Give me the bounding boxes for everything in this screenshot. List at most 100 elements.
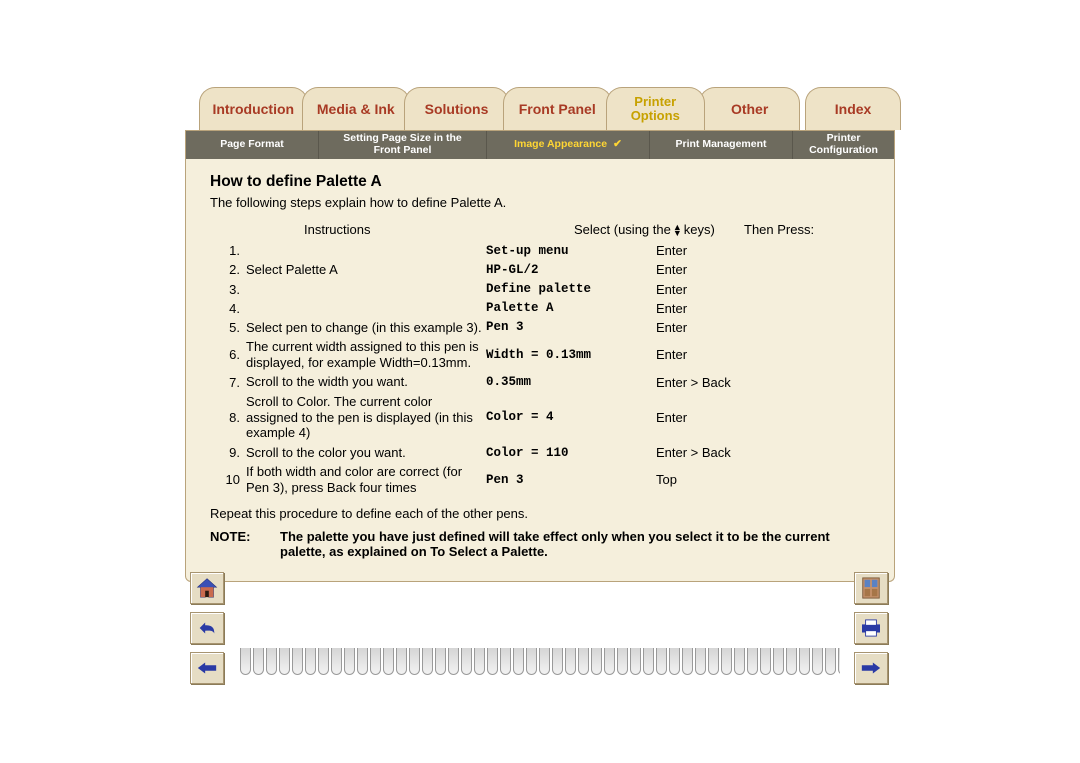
spiral-coil <box>409 648 420 675</box>
home-icon <box>196 578 218 598</box>
spiral-coil <box>812 648 823 675</box>
tab-index[interactable]: Index <box>805 87 901 130</box>
tab-introduction[interactable]: Introduction <box>199 87 308 130</box>
spiral-coil <box>396 648 407 675</box>
subtab-printer-configuration[interactable]: Printer Configuration <box>793 131 894 159</box>
subtab-print-management[interactable]: Print Management <box>650 131 793 159</box>
row-instruction: Scroll to the color you want. <box>246 445 486 461</box>
tab-media-ink[interactable]: Media & Ink <box>302 87 411 130</box>
spiral-coil <box>591 648 602 675</box>
page-title: How to define Palette A <box>210 173 874 191</box>
exit-button[interactable] <box>854 572 888 604</box>
table-row: 7.Scroll to the width you want.0.35mmEnt… <box>210 374 874 390</box>
spiral-coil <box>578 648 589 675</box>
col-header-instructions: Instructions <box>210 222 574 237</box>
row-number: 2. <box>210 262 246 277</box>
table-row: 4.Palette AEnter <box>210 301 874 316</box>
spiral-coil <box>760 648 771 675</box>
spiral-coil <box>617 648 628 675</box>
spiral-coil <box>513 648 524 675</box>
row-select: 0.35mm <box>486 375 656 389</box>
spiral-coil <box>292 648 303 675</box>
row-number: 9. <box>210 445 246 460</box>
tab-printer-line1: Printer <box>634 95 676 109</box>
spiral-coil <box>305 648 316 675</box>
spiral-coil <box>825 648 836 675</box>
spiral-coil <box>721 648 732 675</box>
row-instruction: Scroll to Color. The current color assig… <box>246 394 486 441</box>
row-press: Enter <box>656 320 766 335</box>
spiral-coil <box>370 648 381 675</box>
tab-solutions[interactable]: Solutions <box>404 87 509 130</box>
tab-printer-line2: Options <box>631 109 680 123</box>
row-instruction: Select pen to change (in this example 3)… <box>246 320 486 336</box>
subtab-setting-page-size[interactable]: Setting Page Size in the Front Panel <box>319 131 487 159</box>
tab-printer-options[interactable]: Printer Options <box>606 87 705 130</box>
spiral-coil <box>734 648 745 675</box>
spiral-coil <box>669 648 680 675</box>
note-row: NOTE: The palette you have just defined … <box>210 529 874 559</box>
subtab-page-format[interactable]: Page Format <box>186 131 319 159</box>
spiral-coil <box>422 648 433 675</box>
home-button[interactable] <box>190 572 224 604</box>
spiral-coil <box>747 648 758 675</box>
spiral-coil <box>331 648 342 675</box>
spiral-coil <box>604 648 615 675</box>
spiral-coil <box>279 648 290 675</box>
spiral-binding <box>240 648 840 678</box>
spiral-coil <box>552 648 563 675</box>
row-select: Pen 3 <box>486 320 656 334</box>
subtab-image-appearance-label: Image Appearance <box>514 139 607 151</box>
spiral-coil <box>526 648 537 675</box>
help-page: Introduction Media & Ink Solutions Front… <box>185 80 895 582</box>
row-select: Color = 110 <box>486 446 656 460</box>
row-instruction: Scroll to the width you want. <box>246 374 486 390</box>
tab-front-panel[interactable]: Front Panel <box>503 87 612 130</box>
row-number: 5. <box>210 320 246 335</box>
spiral-coil <box>695 648 706 675</box>
row-select: Pen 3 <box>486 473 656 487</box>
spiral-coil <box>799 648 810 675</box>
content-panel: How to define Palette A The following st… <box>185 159 895 582</box>
spiral-coil <box>539 648 550 675</box>
check-icon: ✔ <box>613 139 622 151</box>
row-number: 8. <box>210 410 246 425</box>
spiral-coil <box>266 648 277 675</box>
spiral-coil <box>630 648 641 675</box>
back-button[interactable] <box>190 612 224 644</box>
updown-icon: ▲▼ <box>673 224 682 236</box>
spiral-coil <box>500 648 511 675</box>
table-header: Instructions Select (using the ▲▼ keys) … <box>210 222 874 237</box>
next-icon <box>860 660 882 676</box>
spiral-coil <box>656 648 667 675</box>
row-number: 6. <box>210 347 246 362</box>
next-button[interactable] <box>854 652 888 684</box>
spiral-coil <box>565 648 576 675</box>
spiral-coil <box>474 648 485 675</box>
repeat-text: Repeat this procedure to define each of … <box>210 506 874 521</box>
table-row: 3.Define paletteEnter <box>210 282 874 297</box>
spiral-coil <box>253 648 264 675</box>
subtab-image-appearance[interactable]: Image Appearance ✔ <box>487 131 650 159</box>
prev-icon <box>196 660 218 676</box>
row-number: 10 <box>210 472 246 487</box>
row-press: Enter > Back <box>656 445 766 460</box>
tab-other[interactable]: Other <box>699 87 800 130</box>
prev-button[interactable] <box>190 652 224 684</box>
spiral-coil <box>838 648 840 675</box>
table-body: 1.Set-up menuEnter2.Select Palette AHP-G… <box>210 243 874 496</box>
row-press: Enter > Back <box>656 375 766 390</box>
spiral-coil <box>357 648 368 675</box>
spiral-coil <box>318 648 329 675</box>
spiral-coil <box>461 648 472 675</box>
spiral-coil <box>643 648 654 675</box>
col-header-select: Select (using the ▲▼ keys) <box>574 222 744 237</box>
print-button[interactable] <box>854 612 888 644</box>
spiral-coil <box>786 648 797 675</box>
main-tabs: Introduction Media & Ink Solutions Front… <box>185 80 895 130</box>
back-icon <box>196 618 218 638</box>
sub-tabs: Page Format Setting Page Size in the Fro… <box>185 130 895 159</box>
spiral-coil <box>344 648 355 675</box>
row-number: 7. <box>210 375 246 390</box>
table-row: 5.Select pen to change (in this example … <box>210 320 874 336</box>
